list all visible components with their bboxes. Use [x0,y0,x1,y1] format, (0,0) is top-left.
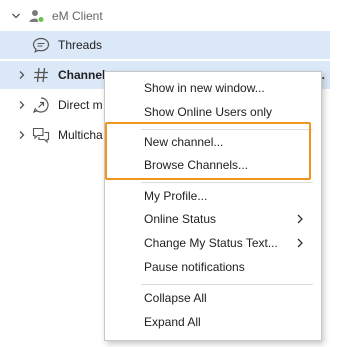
context-menu: Show in new window... Show Online Users … [104,71,322,341]
menu-item-expand-all[interactable]: Expand All [105,310,321,334]
menu-item-new-channel[interactable]: New channel... [105,130,321,154]
hash-icon [32,66,50,84]
menu-item-pause-notifications[interactable]: Pause notifications [105,255,321,279]
chevron-right-icon[interactable] [16,99,28,111]
account-label: eM Client [52,9,103,23]
menu-item-label: Pause notifications [144,260,245,274]
sidebar-item-label: Threads [58,38,103,52]
menu-item-online-status[interactable]: Online Status [105,207,321,231]
menu-item-label: Show Online Users only [144,105,273,119]
menu-item-change-status-text[interactable]: Change My Status Text... [105,231,321,255]
multichat-icon [32,126,50,144]
direct-message-icon [32,96,50,114]
chat-bubble-icon [32,36,50,54]
chevron-down-icon[interactable] [10,10,22,22]
menu-item-show-in-new-window[interactable]: Show in new window... [105,76,321,100]
users-icon [28,7,46,25]
menu-item-label: My Profile... [144,189,208,203]
sidebar-item-label: Direct m [58,98,103,112]
menu-item-label: Change My Status Text... [144,236,278,250]
menu-item-label: Show in new window... [144,81,265,95]
menu-item-label: Collapse All [144,291,207,305]
menu-separator [141,182,313,183]
menu-item-my-profile[interactable]: My Profile... [105,184,321,208]
chevron-right-icon[interactable] [16,69,28,81]
menu-item-label: New channel... [144,135,224,149]
submenu-arrow-icon [295,237,305,249]
menu-item-browse-channels[interactable]: Browse Channels... [105,153,321,177]
menu-separator [141,284,313,285]
menu-item-label: Expand All [144,315,201,329]
chevron-right-icon[interactable] [16,129,28,141]
sidebar-item-label: Multicha [58,128,103,142]
sidebar-item-threads[interactable]: Threads [0,31,330,59]
submenu-arrow-icon [295,213,305,225]
account-row-em-client[interactable]: eM Client [0,2,330,30]
menu-item-label: Browse Channels... [144,158,249,172]
menu-item-label: Online Status [144,212,217,226]
menu-item-show-online-users-only[interactable]: Show Online Users only [105,100,321,124]
menu-item-collapse-all[interactable]: Collapse All [105,286,321,310]
